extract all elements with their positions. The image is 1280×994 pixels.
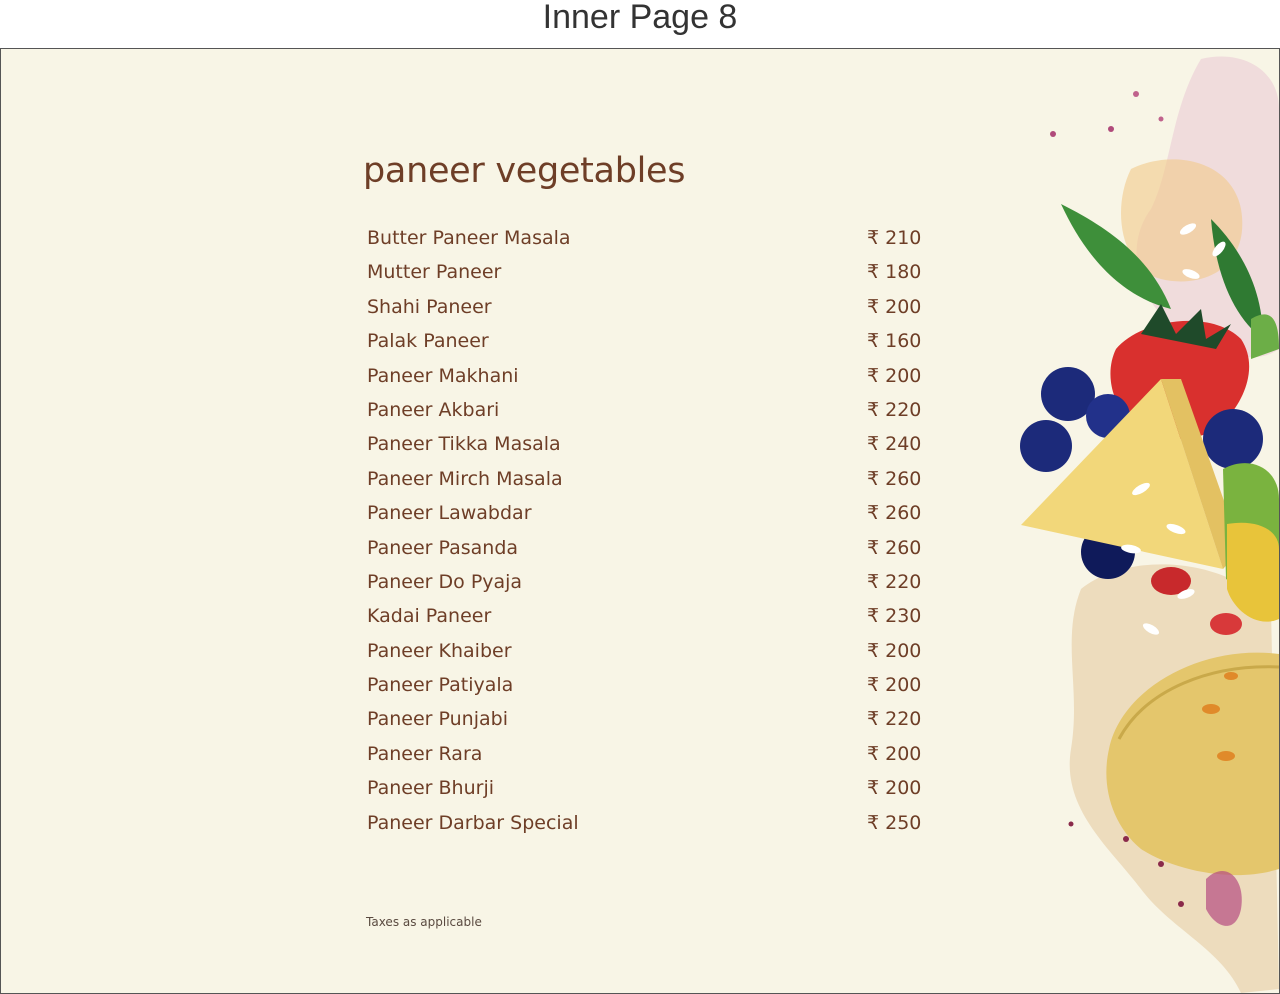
menu-item-name: Paneer Khaiber xyxy=(367,639,512,662)
menu-item-price: ₹ 220 xyxy=(867,708,922,731)
menu-item-price: ₹ 220 xyxy=(867,570,922,593)
menu-item: Palak Paneer ₹ 160 xyxy=(367,326,927,360)
paint-splatter xyxy=(1050,131,1056,137)
section-title: paneer vegetables xyxy=(363,151,686,191)
menu-item-name: Paneer Lawabdar xyxy=(367,502,532,525)
menu-item: Shahi Paneer ₹ 200 xyxy=(367,292,927,326)
menu-item: Mutter Paneer ₹ 180 xyxy=(367,257,927,291)
menu-item-price: ₹ 260 xyxy=(867,467,922,490)
menu-item-name: Paneer Punjabi xyxy=(367,708,508,731)
paint-splatter xyxy=(1133,91,1139,97)
menu-item-name: Paneer Do Pyaja xyxy=(367,570,523,593)
bread-spot xyxy=(1224,672,1238,680)
menu-item: Paneer Bhurji ₹ 200 xyxy=(367,773,927,807)
seed-shape xyxy=(1210,613,1242,635)
menu-page: paneer vegetables Butter Paneer Masala ₹ … xyxy=(0,48,1280,994)
menu-item: Paneer Patiyala ₹ 200 xyxy=(367,670,927,704)
menu-item-name: Paneer Bhurji xyxy=(367,777,495,800)
menu-item: Paneer Khaiber ₹ 200 xyxy=(367,636,927,670)
menu-item-name: Paneer Patiyala xyxy=(367,674,514,697)
menu-item: Paneer Tikka Masala ₹ 240 xyxy=(367,429,927,463)
menu-item: Paneer Pasanda ₹ 260 xyxy=(367,533,927,567)
menu-item-price: ₹ 200 xyxy=(867,364,922,387)
bread-spot xyxy=(1217,751,1235,761)
menu-item-price: ₹ 240 xyxy=(867,433,922,456)
menu-item-name: Paneer Pasanda xyxy=(367,536,519,559)
menu-item: Paneer Darbar Special ₹ 250 xyxy=(367,808,927,842)
blueberry-shape xyxy=(1020,420,1072,472)
menu-item-name: Paneer Mirch Masala xyxy=(367,467,563,490)
menu-item-price: ₹ 260 xyxy=(867,536,922,559)
menu-item-name: Shahi Paneer xyxy=(367,295,492,318)
menu-item: Paneer Lawabdar ₹ 260 xyxy=(367,498,927,532)
menu-item-price: ₹ 200 xyxy=(867,639,922,662)
menu-item: Paneer Do Pyaja ₹ 220 xyxy=(367,567,927,601)
paint-splatter xyxy=(1178,901,1184,907)
menu-item-name: Butter Paneer Masala xyxy=(367,227,571,249)
menu-item-price: ₹ 200 xyxy=(867,742,922,765)
menu-item-price: ₹ 200 xyxy=(867,777,922,800)
menu-item-name: Paneer Makhani xyxy=(367,364,519,387)
blueberry-shape xyxy=(1203,409,1263,469)
menu-item: Paneer Rara ₹ 200 xyxy=(367,739,927,773)
menu-item-name: Paneer Akbari xyxy=(367,398,500,421)
menu-item-name: Kadai Paneer xyxy=(367,605,492,628)
menu-item-price: ₹ 210 xyxy=(867,227,922,249)
menu-item-name: Paneer Tikka Masala xyxy=(367,433,561,456)
bread-spot xyxy=(1202,704,1220,714)
menu-item-price: ₹ 260 xyxy=(867,502,922,525)
menu-item-price: ₹ 180 xyxy=(867,261,922,284)
menu-item-price: ₹ 230 xyxy=(867,605,922,628)
menu-item-price: ₹ 160 xyxy=(867,330,922,353)
menu-item: Paneer Punjabi ₹ 220 xyxy=(367,704,927,738)
menu-item-name: Paneer Rara xyxy=(367,742,483,765)
menu-item-name: Paneer Darbar Special xyxy=(367,811,579,834)
paint-splatter xyxy=(1158,116,1164,122)
menu-item-price: ₹ 200 xyxy=(867,295,922,318)
menu-item: Paneer Makhani ₹ 200 xyxy=(367,361,927,395)
menu-item-price: ₹ 220 xyxy=(867,398,922,421)
menu-item: Kadai Paneer ₹ 230 xyxy=(367,601,927,635)
menu-item-price: ₹ 200 xyxy=(867,674,922,697)
menu-list: Butter Paneer Masala ₹ 210 Mutter Paneer ₹ … xyxy=(367,223,927,842)
paint-splatter xyxy=(1068,821,1074,827)
menu-item: Paneer Mirch Masala ₹ 260 xyxy=(367,464,927,498)
menu-item-name: Palak Paneer xyxy=(367,330,489,353)
paint-splatter xyxy=(1108,126,1114,132)
paint-splatter xyxy=(1123,836,1129,842)
page-caption: Inner Page 8 xyxy=(542,0,738,36)
menu-item-name: Mutter Paneer xyxy=(367,261,502,284)
taxes-note: Taxes as applicable xyxy=(366,915,482,929)
watercolor-fruit-illustration xyxy=(1020,56,1279,993)
menu-item: Paneer Akbari ₹ 220 xyxy=(367,395,927,429)
paint-splatter xyxy=(1158,861,1164,867)
menu-item: Butter Paneer Masala ₹ 210 xyxy=(367,223,927,257)
menu-item-price: ₹ 250 xyxy=(867,811,922,834)
